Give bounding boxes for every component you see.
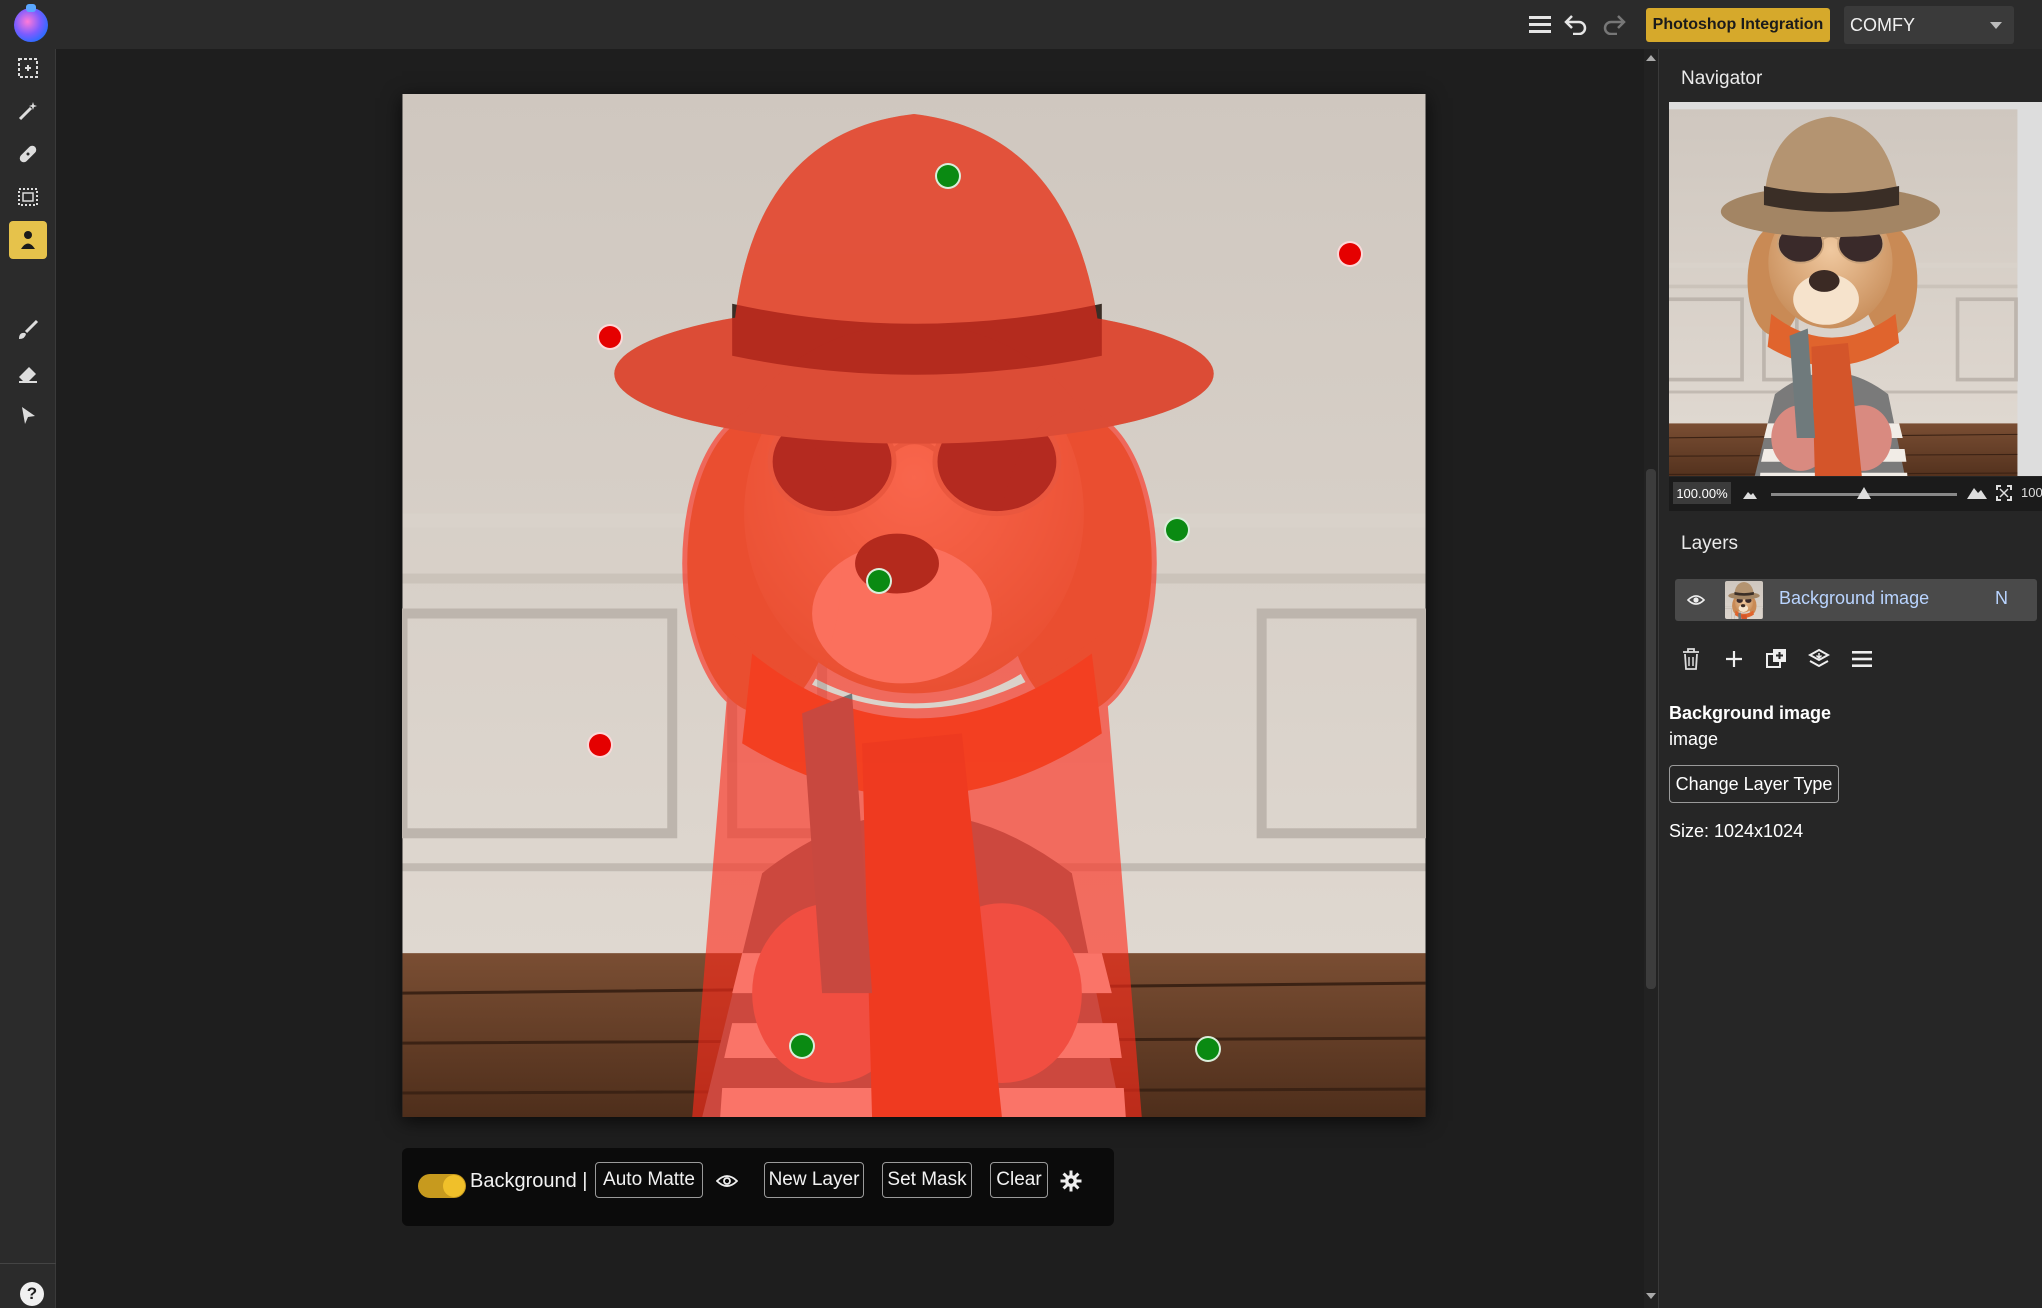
positive-point[interactable] — [789, 1033, 815, 1059]
layer-item[interactable]: Background image N — [1675, 579, 2037, 621]
negative-point[interactable] — [587, 732, 613, 758]
layer-info-type: image — [1669, 729, 1719, 749]
gear-icon[interactable] — [1058, 1168, 1084, 1194]
rect-select-icon — [18, 188, 38, 206]
layer-size: Size: 1024x1024 — [1669, 821, 1804, 841]
negative-point[interactable] — [597, 324, 623, 350]
duplicate-layer-icon[interactable] — [1763, 645, 1791, 673]
tool-bar: ? — [0, 49, 56, 1308]
layer-info-title: Background image — [1669, 703, 1832, 723]
layers-title: Layers — [1681, 533, 1739, 554]
magic-wand-icon — [18, 102, 37, 121]
eye-icon[interactable] — [714, 1168, 740, 1194]
positive-point[interactable] — [1195, 1036, 1221, 1062]
zoom-slider-handle[interactable] — [1857, 487, 1871, 499]
zoom-value-right: 100 — [2021, 485, 2042, 500]
healing-tool[interactable] — [9, 135, 47, 173]
image-canvas[interactable] — [402, 94, 1426, 1117]
positive-point[interactable] — [1164, 517, 1190, 543]
new-layer-button[interactable]: New Layer — [764, 1162, 864, 1198]
pointer-icon — [22, 407, 35, 424]
navigator-preview[interactable] — [1669, 102, 2042, 476]
canvas-scrollbar[interactable] — [1644, 49, 1658, 1308]
zoom-out-icon[interactable] — [1743, 489, 1757, 499]
chevron-down-icon — [1990, 22, 2002, 29]
layer-menu-icon[interactable] — [1848, 645, 1876, 673]
pointer-tool[interactable] — [9, 397, 47, 435]
right-panel: Navigator 100.00% 100 Layers Background … — [1658, 49, 2042, 1308]
negative-point[interactable] — [1337, 241, 1363, 267]
zoom-bar: 100.00% 100 — [1669, 477, 2042, 511]
top-bar: Photoshop Integration COMFY — [0, 0, 2042, 49]
marquee-select-tool[interactable] — [9, 49, 47, 87]
backend-select-value: COMFY — [1850, 14, 1915, 35]
person-select-icon — [21, 231, 35, 249]
app-logo-icon — [14, 4, 48, 42]
segmentation-toolbar: Background | Auto Matte New Layer Set Ma… — [402, 1148, 1114, 1226]
background-toggle[interactable] — [418, 1174, 466, 1198]
brush-tool[interactable] — [9, 311, 47, 349]
background-toggle-label: Background | — [470, 1170, 588, 1192]
menu-icon[interactable] — [1524, 8, 1556, 40]
scroll-down-icon[interactable] — [1646, 1293, 1656, 1299]
eraser-tool[interactable] — [9, 354, 47, 392]
rect-select-tool[interactable] — [9, 178, 47, 216]
magic-wand-tool[interactable] — [9, 92, 47, 130]
backend-select[interactable]: COMFY — [1844, 6, 2014, 44]
zoom-in-icon[interactable] — [1967, 485, 1987, 499]
navigator-thumbnail — [1669, 107, 2020, 476]
add-layer-icon[interactable] — [1720, 645, 1748, 673]
eraser-icon — [19, 367, 37, 383]
bandage-icon — [19, 145, 37, 163]
positive-point[interactable] — [866, 568, 892, 594]
clear-button[interactable]: Clear — [990, 1162, 1048, 1198]
brush-icon — [19, 319, 39, 339]
canvas-image — [402, 94, 1426, 1117]
scroll-thumb[interactable] — [1646, 469, 1656, 989]
undo-icon[interactable] — [1560, 8, 1592, 40]
toolbar-divider — [0, 1263, 56, 1264]
marquee-select-icon — [18, 58, 38, 78]
set-mask-button[interactable]: Set Mask — [882, 1162, 972, 1198]
layer-thumbnail — [1725, 581, 1763, 619]
zoom-value[interactable]: 100.00% — [1673, 482, 1731, 504]
delete-layer-icon[interactable] — [1677, 645, 1705, 673]
auto-matte-button[interactable]: Auto Matte — [595, 1162, 703, 1198]
redo-icon[interactable] — [1598, 8, 1630, 40]
change-layer-type-button[interactable]: Change Layer Type — [1669, 765, 1839, 803]
help-icon[interactable]: ? — [20, 1282, 44, 1306]
layer-blend-mode[interactable]: N — [1995, 588, 2008, 609]
fit-screen-icon[interactable] — [1996, 485, 2012, 501]
navigator-title: Navigator — [1681, 68, 1763, 89]
scroll-up-icon[interactable] — [1646, 55, 1656, 61]
layer-name: Background image — [1779, 588, 1930, 608]
merge-layers-icon[interactable] — [1805, 645, 1833, 673]
layer-visibility-eye-icon[interactable] — [1687, 593, 1705, 607]
positive-point[interactable] — [935, 163, 961, 189]
photoshop-integration-button[interactable]: Photoshop Integration — [1646, 8, 1830, 42]
smart-select-tool[interactable] — [9, 221, 47, 259]
